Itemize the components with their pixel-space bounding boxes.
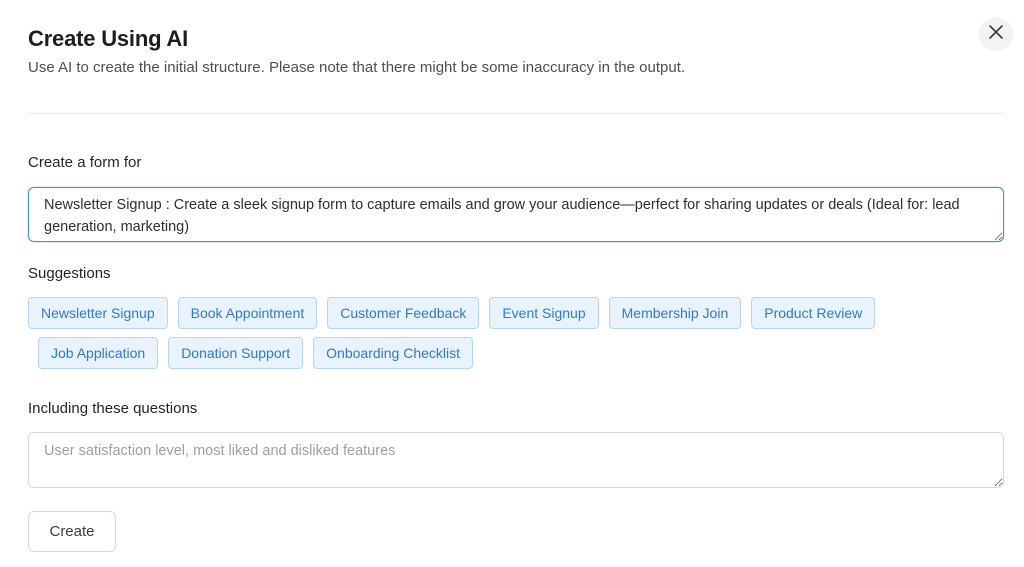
suggestions-label: Suggestions — [28, 265, 111, 282]
suggestion-chip-job-application[interactable]: Job Application — [38, 337, 159, 369]
suggestion-chip-membership-join[interactable]: Membership Join — [608, 297, 742, 329]
questions-label: Including these questions — [28, 400, 198, 417]
close-button[interactable] — [979, 17, 1013, 51]
close-icon — [989, 24, 1003, 44]
dialog-title: Create Using AI — [28, 26, 189, 51]
suggestion-chip-donation-support[interactable]: Donation Support — [168, 337, 304, 369]
questions-input[interactable] — [28, 432, 1004, 488]
form-prompt-input[interactable]: Newsletter Signup : Create a sleek signu… — [28, 187, 1004, 242]
suggestion-row-1: Newsletter Signup Book Appointment Custo… — [28, 297, 1004, 329]
suggestion-chip-book-appointment[interactable]: Book Appointment — [177, 297, 318, 329]
suggestion-chip-customer-feedback[interactable]: Customer Feedback — [327, 297, 480, 329]
dialog-subtitle: Use AI to create the initial structure. … — [28, 59, 686, 76]
suggestion-chips: Newsletter Signup Book Appointment Custo… — [28, 297, 1004, 377]
create-button[interactable]: Create — [28, 511, 116, 552]
create-using-ai-dialog: Create Using AI Use AI to create the ini… — [0, 0, 1024, 567]
suggestion-chip-event-signup[interactable]: Event Signup — [489, 297, 599, 329]
form-for-label: Create a form for — [28, 154, 142, 171]
suggestion-chip-product-review[interactable]: Product Review — [751, 297, 876, 329]
suggestion-chip-onboarding-checklist[interactable]: Onboarding Checklist — [313, 337, 474, 369]
suggestion-chip-newsletter-signup[interactable]: Newsletter Signup — [28, 297, 168, 329]
header-divider — [28, 113, 1004, 114]
suggestion-row-2: Job Application Donation Support Onboard… — [28, 337, 1004, 369]
